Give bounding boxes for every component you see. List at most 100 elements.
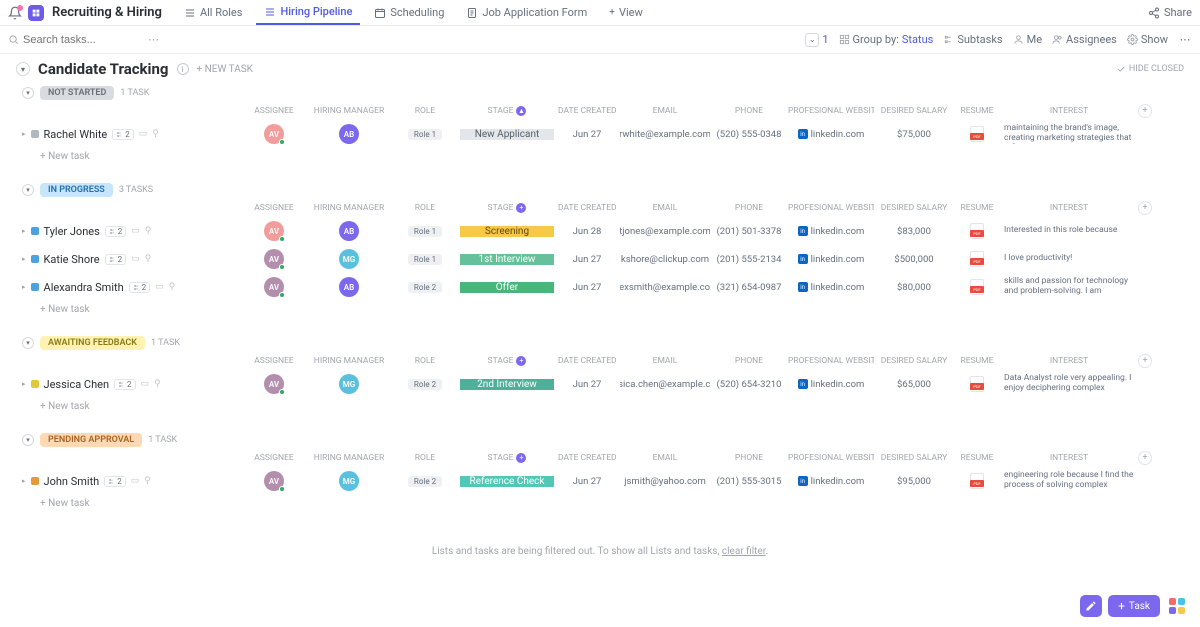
- stage-cell[interactable]: New Applicant: [460, 129, 554, 140]
- col-hiring-manager[interactable]: HIRING MANAGER: [308, 356, 390, 366]
- list-collapse-toggle[interactable]: ▾: [16, 62, 30, 76]
- col-salary[interactable]: DESIRED SALARY: [878, 106, 950, 116]
- status-pill[interactable]: AWAITING FEEDBACK: [40, 336, 145, 350]
- col-phone[interactable]: PHONE: [714, 356, 784, 366]
- email-cell[interactable]: tjones@example.com: [620, 226, 710, 237]
- task-name[interactable]: John Smith: [44, 475, 100, 488]
- assignees-button[interactable]: Assignees: [1052, 33, 1117, 46]
- assignee-avatar[interactable]: AV: [264, 249, 284, 269]
- new-task-row[interactable]: + New task: [0, 301, 1200, 318]
- me-button[interactable]: Me: [1013, 33, 1042, 46]
- subtask-count[interactable]: 2: [105, 226, 127, 237]
- note-icon[interactable]: ▭: [141, 379, 150, 389]
- col-phone[interactable]: PHONE: [714, 106, 784, 116]
- add-column-icon[interactable]: +: [1138, 451, 1152, 465]
- email-cell[interactable]: jessica.chen@example.com: [620, 379, 710, 390]
- group-collapse-toggle[interactable]: ▾: [22, 434, 34, 446]
- status-pill[interactable]: NOT STARTED: [40, 86, 114, 100]
- task-row[interactable]: ▸ John Smith 2 ▭ ⚲ AV MG Role 2 Referenc…: [0, 467, 1200, 495]
- tab-job-application-form[interactable]: Job Application Form: [458, 1, 595, 24]
- note-icon[interactable]: ▭: [131, 226, 140, 236]
- subtask-count[interactable]: 2: [105, 254, 127, 265]
- role-badge[interactable]: Role 1: [408, 254, 442, 265]
- info-icon[interactable]: i: [177, 63, 189, 75]
- col-role[interactable]: ROLE: [394, 106, 456, 116]
- resume-cell[interactable]: [954, 279, 1000, 295]
- attachment-icon[interactable]: ⚲: [154, 379, 161, 389]
- col-salary[interactable]: DESIRED SALARY: [878, 453, 950, 463]
- role-badge[interactable]: Role 2: [408, 379, 442, 390]
- col-interest[interactable]: INTEREST: [1004, 203, 1134, 213]
- col-email[interactable]: EMAIL: [620, 203, 710, 213]
- task-name[interactable]: Rachel White: [44, 128, 108, 141]
- group-by-button[interactable]: Group by: Status: [839, 33, 934, 46]
- expand-subtasks-icon[interactable]: ▸: [22, 227, 26, 235]
- col-phone[interactable]: PHONE: [714, 453, 784, 463]
- col-stage[interactable]: STAGE +: [460, 203, 554, 213]
- attachment-icon[interactable]: ⚲: [152, 129, 159, 139]
- assignee-avatar[interactable]: AV: [264, 221, 284, 241]
- col-email[interactable]: EMAIL: [620, 356, 710, 366]
- assignee-avatar[interactable]: AV: [264, 374, 284, 394]
- col-date-created[interactable]: DATE CREATED: [558, 106, 616, 116]
- note-icon[interactable]: ▭: [155, 282, 164, 292]
- stage-cell[interactable]: 1st Interview: [460, 254, 554, 265]
- email-cell[interactable]: kshore@clickup.com: [620, 254, 710, 265]
- resume-cell[interactable]: [954, 376, 1000, 392]
- col-role[interactable]: ROLE: [394, 203, 456, 213]
- hiring-manager-avatar[interactable]: MG: [339, 471, 359, 491]
- expand-subtasks-icon[interactable]: ▸: [22, 283, 26, 291]
- subtasks-button[interactable]: Subtasks: [943, 33, 1002, 46]
- tab-scheduling[interactable]: Scheduling: [366, 1, 452, 24]
- share-button[interactable]: Share: [1148, 6, 1192, 19]
- role-badge[interactable]: Role 1: [408, 129, 442, 140]
- new-task-row[interactable]: + New task: [0, 495, 1200, 512]
- col-stage[interactable]: STAGE +: [460, 453, 554, 463]
- tab-add-view[interactable]: + View: [601, 1, 650, 24]
- col-resume[interactable]: RESUME: [954, 453, 1000, 463]
- subtask-count[interactable]: 2: [129, 282, 151, 293]
- group-collapse-toggle[interactable]: ▾: [22, 184, 34, 196]
- col-salary[interactable]: DESIRED SALARY: [878, 356, 950, 366]
- col-resume[interactable]: RESUME: [954, 356, 1000, 366]
- group-collapse-toggle[interactable]: ▾: [22, 87, 34, 99]
- show-button[interactable]: Show: [1127, 33, 1168, 46]
- task-name[interactable]: Jessica Chen: [44, 378, 110, 391]
- task-row[interactable]: ▸ Tyler Jones 2 ▭ ⚲ AV AB Role 1 Screeni…: [0, 217, 1200, 245]
- task-name[interactable]: Alexandra Smith: [44, 281, 124, 294]
- new-task-fab[interactable]: + Task: [1108, 595, 1160, 617]
- add-column-icon[interactable]: +: [1138, 104, 1152, 118]
- attachment-icon[interactable]: ⚲: [145, 226, 152, 236]
- apps-launcher-icon[interactable]: [1166, 595, 1188, 617]
- col-resume[interactable]: RESUME: [954, 203, 1000, 213]
- col-resume[interactable]: RESUME: [954, 106, 1000, 116]
- website-cell[interactable]: inlinkedin.com: [788, 379, 874, 390]
- attachment-icon[interactable]: ⚲: [144, 476, 151, 486]
- assignee-avatar[interactable]: AV: [264, 471, 284, 491]
- hiring-manager-avatar[interactable]: AB: [339, 124, 359, 144]
- resume-cell[interactable]: [954, 473, 1000, 489]
- expand-subtasks-icon[interactable]: ▸: [22, 477, 26, 485]
- hide-closed-button[interactable]: HIDE CLOSED: [1116, 64, 1184, 74]
- expand-subtasks-icon[interactable]: ▸: [22, 130, 26, 138]
- stage-cell[interactable]: Offer: [460, 282, 554, 293]
- assignee-avatar[interactable]: AV: [264, 277, 284, 297]
- new-task-button[interactable]: + NEW TASK: [197, 64, 253, 75]
- status-pill[interactable]: PENDING APPROVAL: [40, 433, 142, 447]
- col-date-created[interactable]: DATE CREATED: [558, 453, 616, 463]
- website-cell[interactable]: inlinkedin.com: [788, 254, 874, 265]
- col-email[interactable]: EMAIL: [620, 453, 710, 463]
- group-collapse-toggle[interactable]: ▾: [22, 337, 34, 349]
- search-box[interactable]: [8, 34, 138, 46]
- attachment-icon[interactable]: ⚲: [169, 282, 176, 292]
- attachment-icon[interactable]: ⚲: [145, 254, 152, 264]
- col-website[interactable]: PROFESIONAL WEBSITE: [788, 453, 874, 463]
- search-more-icon[interactable]: ⋯: [148, 33, 159, 46]
- col-role[interactable]: ROLE: [394, 356, 456, 366]
- col-interest[interactable]: INTEREST: [1004, 453, 1134, 463]
- notification-bell-icon[interactable]: [8, 6, 22, 20]
- assignee-avatar[interactable]: AV: [264, 124, 284, 144]
- col-website[interactable]: PROFESIONAL WEBSITE: [788, 203, 874, 213]
- note-icon[interactable]: ▭: [131, 476, 140, 486]
- task-row[interactable]: ▸ Katie Shore 2 ▭ ⚲ AV MG Role 1 1st Int…: [0, 245, 1200, 273]
